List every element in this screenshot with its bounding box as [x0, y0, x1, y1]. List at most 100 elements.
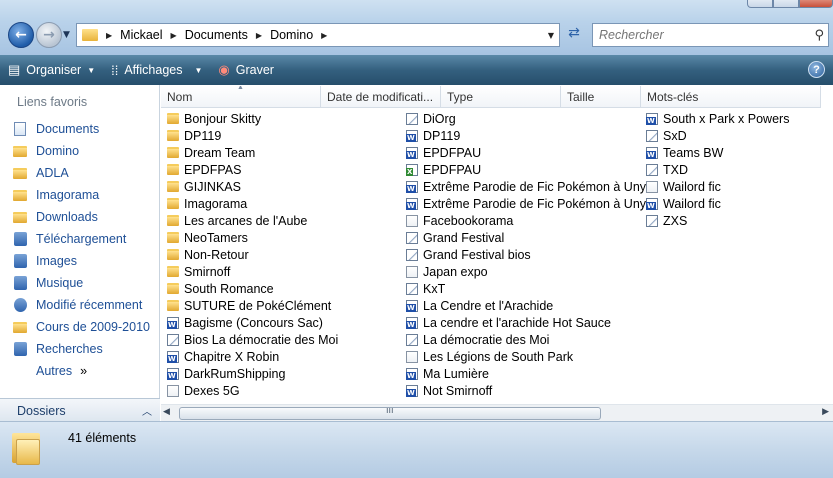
chevron-down-icon[interactable]: ▼: [195, 66, 203, 75]
search-input[interactable]: [599, 28, 799, 42]
forward-button[interactable]: →: [36, 22, 62, 48]
file-item[interactable]: La cendre et l'arachide Hot Sauce: [406, 314, 652, 331]
column-header-tags[interactable]: Mots-clés: [641, 86, 821, 108]
documents-icon: [12, 122, 28, 136]
file-item[interactable]: EPDFPAU: [406, 161, 652, 178]
breadcrumb-item[interactable]: Mickael: [120, 28, 162, 42]
file-item[interactable]: Extrême Parodie de Fic Pokémon à Unys: [406, 195, 652, 212]
sidebar-item-adla[interactable]: ADLA: [12, 162, 150, 184]
sidebar-item-documents[interactable]: Documents: [12, 118, 150, 140]
breadcrumb-item[interactable]: Domino: [270, 28, 313, 42]
column-header-type[interactable]: Type: [441, 86, 561, 108]
file-item[interactable]: DarkRumShipping: [167, 365, 338, 382]
address-dropdown-icon[interactable]: ▼: [543, 31, 559, 40]
sidebar-item-imagorama[interactable]: Imagorama: [12, 184, 150, 206]
word-document-icon: [646, 197, 658, 210]
file-item[interactable]: Teams BW: [646, 144, 789, 161]
sidebar-item-domino[interactable]: Domino: [12, 140, 150, 162]
file-item[interactable]: Bonjour Skitty: [167, 110, 338, 127]
file-item[interactable]: Les Légions de South Park: [406, 348, 652, 365]
sidebar-more-link[interactable]: Autres »: [12, 360, 150, 382]
sidebar-item-label: Modifié récemment: [36, 298, 143, 312]
file-item[interactable]: EPDFPAS: [167, 161, 338, 178]
file-item[interactable]: Extrême Parodie de Fic Pokémon à Unys: [406, 178, 652, 195]
file-item[interactable]: Les arcanes de l'Aube: [167, 212, 338, 229]
file-item[interactable]: Smirnoff: [167, 263, 338, 280]
file-item[interactable]: Grand Festival: [406, 229, 652, 246]
file-item[interactable]: SxD: [646, 127, 789, 144]
file-item[interactable]: KxT: [406, 280, 652, 297]
column-header-label: Type: [447, 90, 474, 104]
file-item[interactable]: NeoTamers: [167, 229, 338, 246]
scrollbar-thumb[interactable]: ııı: [179, 406, 601, 420]
file-item[interactable]: Non-Retour: [167, 246, 338, 263]
column-header-name[interactable]: Nom ▲: [161, 86, 321, 108]
column-header-date[interactable]: Date de modificati...: [321, 86, 441, 108]
documents-icon: [12, 232, 28, 246]
minimize-button[interactable]: [747, 0, 773, 8]
scroll-left-icon[interactable]: ◀: [163, 407, 170, 417]
file-name: La Cendre et l'Arachide: [423, 298, 554, 313]
file-item[interactable]: SUTURE de PokéClément: [167, 297, 338, 314]
folder-icon: [167, 164, 179, 175]
file-name: EPDFPAS: [184, 162, 242, 177]
sidebar-item-recherches[interactable]: Recherches: [12, 338, 150, 360]
file-item[interactable]: TXD: [646, 161, 789, 178]
file-item[interactable]: GIJINKAS: [167, 178, 338, 195]
organize-button[interactable]: ▤ Organiser ▼: [0, 55, 103, 85]
file-item[interactable]: Imagorama: [167, 195, 338, 212]
file-item[interactable]: La démocratie des Moi: [406, 331, 652, 348]
back-button[interactable]: ←: [8, 22, 34, 48]
file-item[interactable]: EPDFPAU: [406, 144, 652, 161]
file-item[interactable]: Dexes 5G: [167, 382, 338, 399]
close-button[interactable]: [799, 0, 833, 8]
file-column: South x Park x Powers SxD Teams BW TXD Wailo…: [646, 110, 789, 229]
sidebar-item-images[interactable]: Images: [12, 250, 150, 272]
sidebar-item-downloads[interactable]: Downloads: [12, 206, 150, 228]
sidebar-item-recent[interactable]: Modifié récemment: [12, 294, 150, 316]
chevron-right-icon[interactable]: ▶: [171, 31, 177, 40]
column-header-size[interactable]: Taille: [561, 86, 641, 108]
file-item[interactable]: Ma Lumière: [406, 365, 652, 382]
file-item[interactable]: Not Smirnoff: [406, 382, 652, 399]
file-item[interactable]: DiOrg: [406, 110, 652, 127]
file-item[interactable]: DP119: [406, 127, 652, 144]
file-item[interactable]: Bagisme (Concours Sac): [167, 314, 338, 331]
pictures-icon: [12, 254, 28, 268]
file-item[interactable]: ZXS: [646, 212, 789, 229]
file-name: TXD: [663, 162, 688, 177]
sidebar-item-telechargement[interactable]: Téléchargement: [12, 228, 150, 250]
search-icon[interactable]: ⚲: [814, 28, 824, 43]
maximize-button[interactable]: [773, 0, 799, 8]
address-field[interactable]: ▶ Mickael ▶ Documents ▶ Domino ▶ ▼: [76, 23, 560, 47]
file-item[interactable]: Bios La démocratie des Moi: [167, 331, 338, 348]
chevron-right-icon[interactable]: ▶: [256, 31, 262, 40]
chevron-right-icon[interactable]: ▶: [106, 31, 112, 40]
sidebar-item-musique[interactable]: Musique: [12, 272, 150, 294]
horizontal-scrollbar[interactable]: ◀ ııı ▶: [161, 404, 833, 421]
breadcrumb-item[interactable]: Documents: [185, 28, 248, 42]
file-item[interactable]: Grand Festival bios: [406, 246, 652, 263]
chevron-right-icon[interactable]: ▶: [321, 31, 327, 40]
sidebar-item-cours[interactable]: Cours de 2009-2010: [12, 316, 150, 338]
views-button[interactable]: ⁞⁞ Affichages ▼: [103, 55, 210, 85]
folders-toggle[interactable]: Dossiers ︿: [0, 398, 160, 422]
search-box[interactable]: ⚲: [592, 23, 829, 47]
file-item[interactable]: South Romance: [167, 280, 338, 297]
file-item[interactable]: La Cendre et l'Arachide: [406, 297, 652, 314]
scroll-right-icon[interactable]: ▶: [822, 407, 829, 417]
file-item[interactable]: Wailord fic: [646, 195, 789, 212]
file-item[interactable]: Facebookorama: [406, 212, 652, 229]
file-item[interactable]: Japan expo: [406, 263, 652, 280]
file-item[interactable]: South x Park x Powers: [646, 110, 789, 127]
file-item[interactable]: Chapitre X Robin: [167, 348, 338, 365]
refresh-icon[interactable]: ⇄: [563, 25, 585, 45]
file-item[interactable]: Dream Team: [167, 144, 338, 161]
help-button[interactable]: ?: [808, 61, 825, 78]
forward-arrow-icon: →: [43, 27, 55, 43]
burn-button[interactable]: ◉ Graver: [210, 55, 282, 85]
file-item[interactable]: Wailord fic: [646, 178, 789, 195]
history-dropdown-icon[interactable]: ▼: [63, 30, 70, 40]
file-item[interactable]: DP119: [167, 127, 338, 144]
sidebar-item-label: ADLA: [36, 166, 69, 180]
